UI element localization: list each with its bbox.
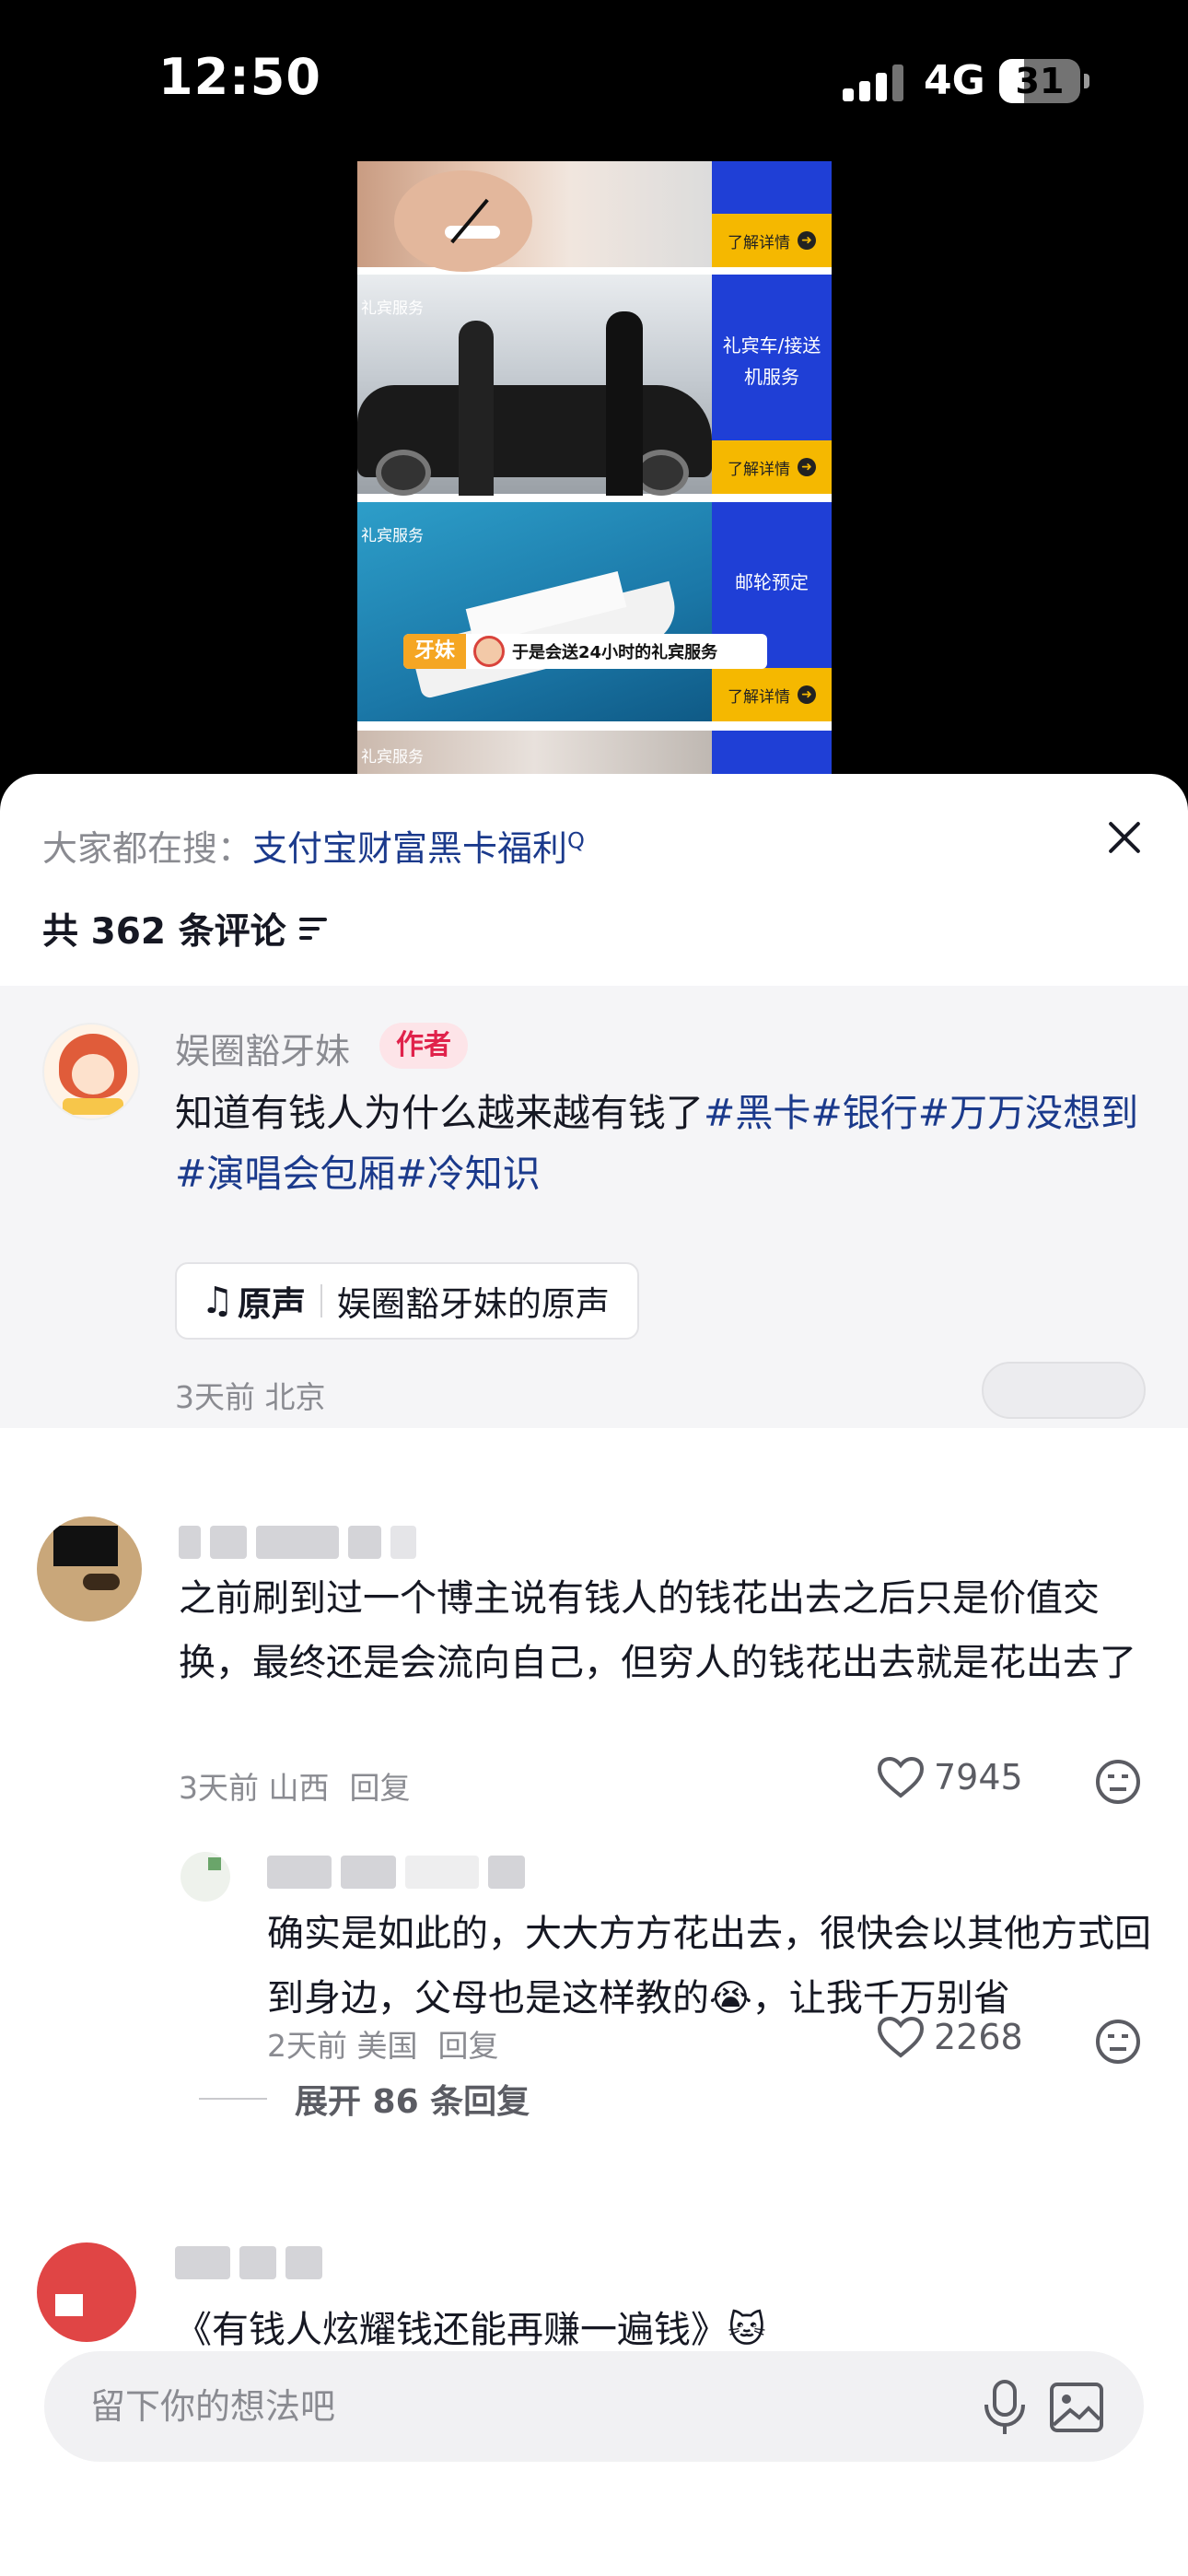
comment-item: 之前刷到过一个博主说有钱人的钱花出去之后只是价值交换，最终还是会流向自己，但穷人… [0,1465,1188,1861]
comment-input-bar [44,2351,1144,2462]
hashtag[interactable]: #万万没想到 [918,1091,1138,1135]
author-badge: 作者 [379,1023,468,1069]
arrow-right-icon: ➜ [798,458,816,476]
comment-time-location: 3天前 山西 [179,1770,330,1806]
expand-replies-label: 展开 86 条回复 [295,2083,530,2121]
close-button[interactable] [1101,814,1147,861]
video-row-cruise: 礼宾服务 邮轮预定 了解详情 ➜ 牙妹 于是会送24小时的礼宾服务 [357,502,832,721]
expand-replies-button[interactable]: 展开 86 条回复 [199,2075,530,2123]
comment-input[interactable] [90,2351,919,2462]
video-side-panel: 礼宾车/接送机服务 了解详情 ➜ [712,275,832,494]
video-row-car: 礼宾服务 礼宾车/接送机服务 了解详情 ➜ [357,275,832,496]
mascot-icon [473,636,506,667]
reply-meta: 2天前 美国 回复 [267,2021,499,2066]
video-side-panel [712,731,832,774]
reply-item: 确实是如此的，大大方方花出去，很快会以其他方式回到身边，父母也是这样教的😭，让我… [0,1815,1188,2082]
video-photo-car: 礼宾服务 [357,275,712,496]
sort-icon[interactable] [298,918,327,940]
expand-divider [199,2098,267,2100]
author-caption-text: 知道有钱人为什么越来越有钱了 [175,1091,704,1135]
hashtag[interactable]: #银行 [810,1091,917,1135]
author-caption: 知道有钱人为什么越来越有钱了#黑卡#银行#万万没想到 #演唱会包厢#冷知识 [175,1083,1151,1204]
reply-button[interactable]: 回复 [350,1770,411,1806]
replier-avatar[interactable] [181,1852,230,1902]
video-tag: 礼宾服务 [361,299,424,318]
video-photo-partial: 礼宾服务 [357,731,712,774]
reply-button[interactable]: 回复 [438,2028,499,2064]
comment-sheet: 大家都在搜：支付宝财富黑卡福利Q 共 362 条评论 娱圈豁牙妹 作者 知道有钱… [0,774,1188,2576]
video-side-label: 礼宾车/接送机服务 [722,334,821,388]
video-subtitle: 于是会送24小时的礼宾服务 [512,643,718,662]
like-count: 7945 [934,1757,1023,1797]
commenter-avatar[interactable] [37,1516,142,1622]
video-brand: 牙妹 [403,634,467,669]
reply-time-location: 2天前 美国 [267,2028,418,2064]
hashtag[interactable]: #演唱会包厢 [175,1152,395,1196]
battery-tip [1084,74,1089,88]
comment-count: 共 362 条评论 [42,903,327,954]
replier-name-blurred [267,1856,525,1889]
video-row-partial: 礼宾服务 [357,731,832,774]
arrow-right-icon: ➜ [798,685,816,704]
like-button[interactable]: 7945 [877,1756,1023,1798]
video-subtitle-banner: 牙妹 于是会送24小时的礼宾服务 [403,634,767,669]
microphone-icon[interactable] [979,2379,1031,2436]
dislike-icon[interactable] [1094,2018,1142,2066]
heart-icon [877,2016,925,2058]
author-post-meta: 3天前 北京 [175,1379,326,1415]
author-post: 娱圈豁牙妹 作者 知道有钱人为什么越来越有钱了#黑卡#银行#万万没想到 #演唱会包… [0,986,1188,1428]
comment-text: 之前刷到过一个博主说有钱人的钱花出去之后只是价值交换，最终还是会流向自己，但穷人… [179,1577,1136,1684]
video-side-label: 邮轮预定 [735,571,809,593]
battery-level: 31 [1015,61,1065,101]
video-row-support: 了解详情 ➜ [357,161,832,272]
network-type: 4G [924,57,985,104]
heart-icon [877,1756,925,1798]
hashtag[interactable]: #黑卡 [704,1091,810,1135]
author-avatar[interactable] [42,1023,140,1120]
hashtag[interactable]: #冷知识 [395,1152,540,1196]
video-tag: 礼宾服务 [361,748,424,767]
video-player[interactable]: 了解详情 ➜ 礼宾服务 礼宾车/接送机服务 了解详情 ➜ 礼宾服务 邮轮预定 了解详… [357,161,832,774]
trending-search-prefix: 大家都在搜： [42,828,253,869]
trending-search-term[interactable]: 支付宝财富黑卡福利 [252,828,567,869]
music-label: 原声 [237,1284,306,1324]
commenter-avatar[interactable] [37,2242,136,2342]
music-note-icon: ♫ [201,1280,234,1322]
commenter-name-blurred [179,1526,416,1559]
battery-icon: 31 [999,59,1080,103]
search-icon: Q [567,827,585,854]
music-title: 娱圈豁牙妹的原声 [336,1284,610,1324]
blurred-pill [982,1362,1146,1419]
status-time: 12:50 [158,48,321,106]
comment-meta: 3天前 山西 回复 [179,1763,411,1808]
learn-more-button[interactable]: 了解详情 ➜ [712,668,832,721]
video-photo-cruise: 礼宾服务 [357,502,712,721]
author-name[interactable]: 娱圈豁牙妹 [175,1023,350,1073]
original-sound-chip[interactable]: ♫ 原声 娱圈豁牙妹的原声 [175,1262,639,1340]
chip-divider [320,1284,322,1317]
video-photo-agent [357,161,712,272]
video-side-panel: 邮轮预定 了解详情 ➜ [712,502,832,721]
video-side-panel: 了解详情 ➜ [712,161,832,267]
reply-text: 确实是如此的，大大方方花出去，很快会以其他方式回到身边，父母也是这样教的😭，让我… [267,1913,1151,2020]
like-button[interactable]: 2268 [877,2016,1023,2058]
learn-more-button[interactable]: 了解详情 ➜ [712,214,832,267]
status-bar: 12:50 4G 31 [0,0,1188,161]
arrow-right-icon: ➜ [798,231,816,250]
learn-more-button[interactable]: 了解详情 ➜ [712,440,832,494]
dislike-icon[interactable] [1094,1758,1142,1806]
commenter-name-blurred [175,2246,322,2279]
like-count: 2268 [934,2017,1023,2057]
image-icon[interactable] [1048,2379,1107,2436]
trending-search[interactable]: 大家都在搜：支付宝财富黑卡福利Q [42,820,585,871]
signal-icon [843,63,903,101]
video-tag: 礼宾服务 [361,527,424,545]
comment-item: 《有钱人炫耀钱还能再赚一遍钱》🐱 [0,2193,1188,2359]
comment-count-label: 共 362 条评论 [42,911,286,953]
